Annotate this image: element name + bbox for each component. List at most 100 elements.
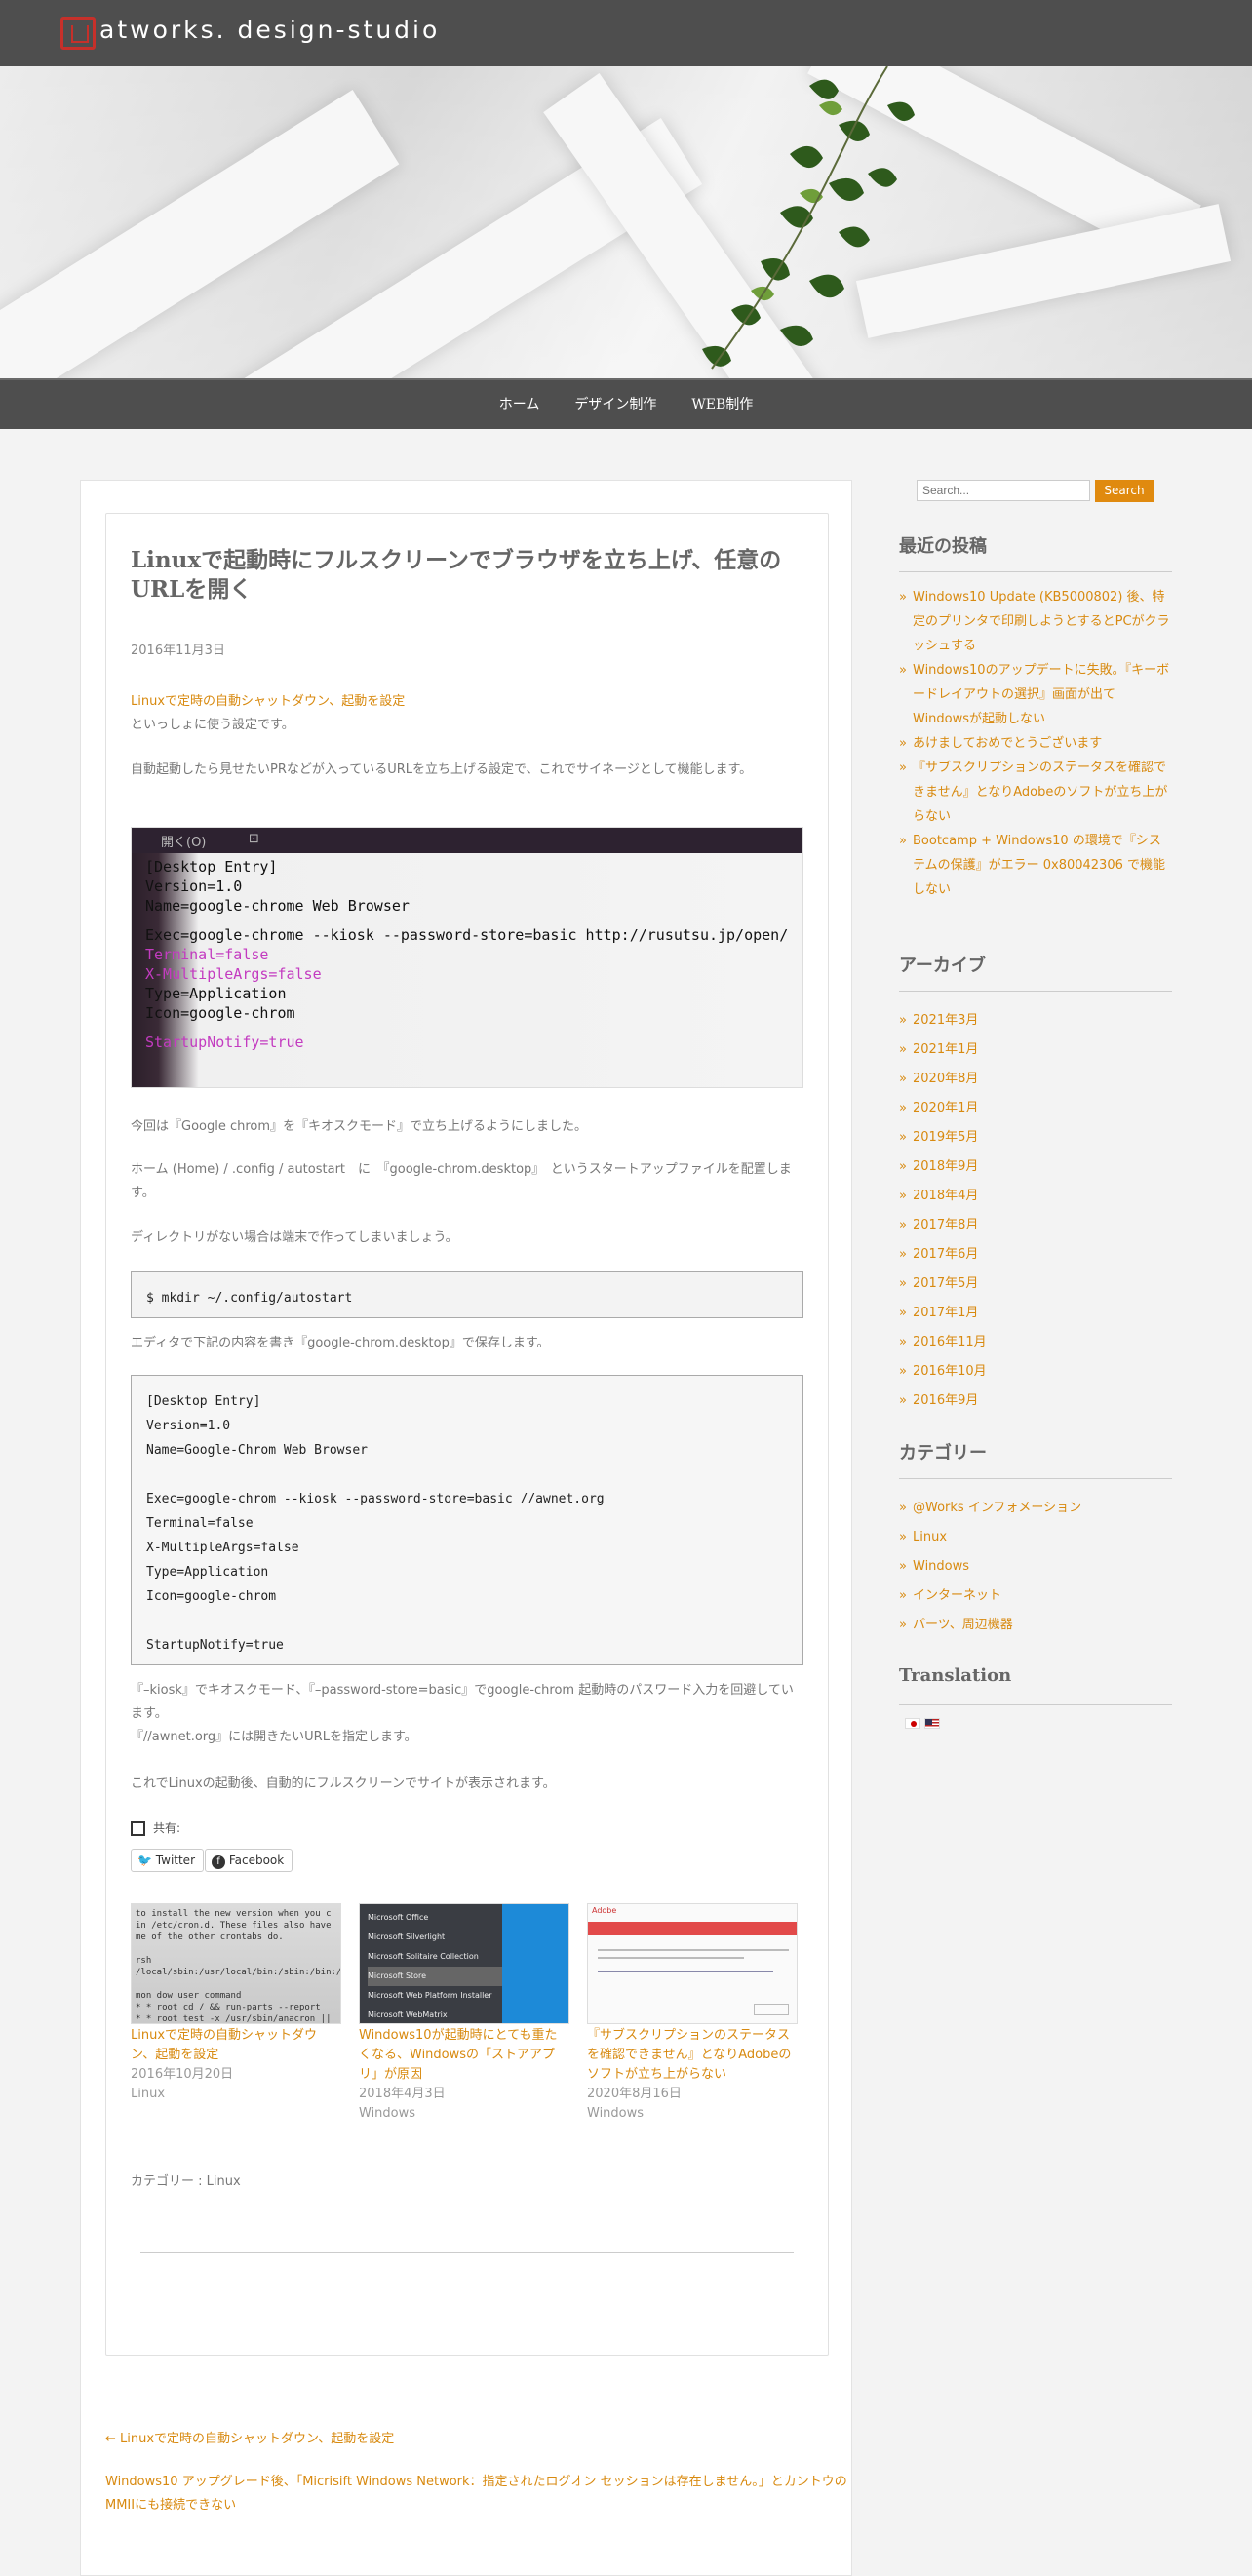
screenshot-menu-open: 開く(O) — [161, 836, 207, 850]
archive-item[interactable]: 2021年1月 — [899, 1035, 1172, 1065]
related-date: 2018年4月3日 — [359, 2087, 446, 2101]
screenshot-line: Type=Application — [145, 985, 287, 1002]
share-twitter-label: Twitter — [155, 1854, 195, 1867]
category-item[interactable]: Windows — [899, 1552, 1172, 1581]
us-flag-icon[interactable] — [924, 1718, 940, 1729]
related-title[interactable]: Linuxで定時の自動シャットダウン、起動を設定 — [131, 2026, 341, 2065]
next-post-link-text[interactable]: Windows10 アップグレード後、「Micrisift Windows Ne… — [105, 2475, 847, 2513]
code-line: $ mkdir ~/.config/autostart — [146, 1291, 353, 1306]
recent-post-item[interactable]: Windows10のアップデートに失敗。『キーボードレイアウトの選択』画面が出て… — [899, 658, 1172, 731]
archive-item[interactable]: 2018年4月 — [899, 1182, 1172, 1211]
recent-posts-list: Windows10 Update (KB5000802) 後、特定のプリンタで印… — [899, 585, 1172, 902]
nav-item-home[interactable]: ホーム — [482, 380, 558, 429]
related-thumbnail[interactable]: to install the new version when you c in … — [131, 1903, 341, 2024]
archive-item[interactable]: 2020年1月 — [899, 1094, 1172, 1123]
category-item[interactable]: @Works インフォメーション — [899, 1494, 1172, 1523]
screenshot-line: Terminal=false — [145, 946, 269, 963]
category-item[interactable]: Linux — [899, 1523, 1172, 1552]
divider — [899, 571, 1172, 572]
divider — [899, 991, 1172, 992]
recent-post-item[interactable]: あけましておめでとうございます — [899, 731, 1172, 756]
divider — [140, 2252, 794, 2253]
archive-item[interactable]: 2016年10月 — [899, 1357, 1172, 1386]
screenshot-menubar: 開く(O) ⊡ — [132, 828, 802, 853]
post-paragraph: 自動起動したら見せたいPRなどが入っているURLを立ち上げる設定で、これでサイネ… — [131, 762, 753, 777]
related-category: Linux — [131, 2087, 166, 2101]
prev-post-link-text[interactable]: ← Linuxで定時の自動シャットダウン、起動を設定 — [105, 2432, 394, 2446]
share-checkbox-icon — [131, 1821, 145, 1836]
related-post[interactable]: Adobe 『サブスクリプションのステータスを確認できません』となりAdobeの… — [587, 1903, 798, 2124]
related-category: Windows — [587, 2106, 645, 2121]
screenshot-image: 開く(O) ⊡ [Desktop Entry] Version=1.0 Name… — [131, 827, 803, 1088]
screenshot-text: [Desktop Entry] Version=1.0 Name=google-… — [145, 857, 788, 1052]
site-logo-text[interactable]: atworks. design-studio — [99, 16, 440, 44]
screenshot-line: [Desktop Entry] — [145, 858, 278, 876]
recent-posts-heading: 最近の投稿 — [899, 536, 987, 557]
code-line: Icon=google-chrom — [146, 1589, 277, 1604]
translation-heading: Translation — [899, 1665, 1012, 1686]
search-input[interactable] — [917, 480, 1090, 501]
archive-item[interactable]: 2017年8月 — [899, 1211, 1172, 1240]
archive-item[interactable]: 2016年11月 — [899, 1328, 1172, 1357]
archive-heading: アーカイブ — [899, 956, 986, 976]
japanese-flag-icon[interactable] — [905, 1718, 920, 1729]
code-line: StartupNotify=true — [146, 1638, 284, 1653]
archive-item[interactable]: 2021年3月 — [899, 1006, 1172, 1035]
screenshot-line: X-MultipleArgs=false — [145, 965, 322, 983]
code-block-desktop-entry: [Desktop Entry] Version=1.0 Name=Google-… — [131, 1375, 803, 1665]
facebook-icon: f — [212, 1855, 225, 1869]
recent-post-item[interactable]: 『サブスクリプションのステータスを確認できません』となりAdobeのソフトが立ち… — [899, 756, 1172, 829]
archive-item[interactable]: 2017年5月 — [899, 1269, 1172, 1299]
code-block: $ mkdir ~/.config/autostart — [131, 1271, 803, 1318]
related-category: Windows — [359, 2106, 416, 2121]
site-header: atworks. design-studio — [0, 0, 1252, 66]
category-item[interactable]: インターネット — [899, 1581, 1172, 1611]
share-facebook-button[interactable]: f Facebook — [205, 1849, 293, 1872]
intro-text: といっしょに使う設定です。 — [131, 718, 294, 732]
recent-post-item[interactable]: Windows10 Update (KB5000802) 後、特定のプリンタで印… — [899, 585, 1172, 658]
archive-item[interactable]: 2018年9月 — [899, 1152, 1172, 1182]
intro-link[interactable]: Linuxで定時の自動シャットダウン、起動を設定 — [131, 694, 405, 709]
post-title: Linuxで起動時にフルスクリーンでブラウザを立ち上げ、任意のURLを開く — [131, 547, 782, 603]
post-paragraph: ディレクトリがない場合は端末で作ってしまいましょう。 — [131, 1230, 458, 1245]
code-line: [Desktop Entry] — [146, 1394, 261, 1409]
related-thumbnail[interactable]: Microsoft Office Microsoft Silverlight Mic… — [359, 1903, 569, 2024]
post-paragraph-line: 『–kiosk』でキオスクモード、『–password-store=basic』… — [131, 1683, 794, 1721]
related-title[interactable]: Windows10が起動時にとても重たくなる、Windowsの「ストアアプリ」が… — [359, 2026, 569, 2085]
share-twitter-button[interactable]: 🐦 Twitter — [131, 1849, 204, 1872]
recent-post-item[interactable]: Bootcamp + Windows10 の環境で『システムの保護』がエラー 0… — [899, 829, 1172, 902]
screenshot-line: Version=1.0 — [145, 878, 243, 895]
category-heading: カテゴリー — [899, 1443, 987, 1464]
archive-item[interactable]: 2017年1月 — [899, 1299, 1172, 1328]
logo-icon[interactable] — [60, 17, 96, 50]
code-line: Name=Google-Chrom Web Browser — [146, 1443, 368, 1458]
post-category: カテゴリー : Linux — [131, 2174, 241, 2189]
share-heading: 共有: — [131, 1819, 180, 1836]
search-button[interactable]: Search — [1095, 480, 1154, 502]
related-post[interactable]: Microsoft Office Microsoft Silverlight Mic… — [359, 1903, 569, 2124]
category-list: @Works インフォメーション Linux Windows インターネット パ… — [899, 1494, 1172, 1640]
archive-item[interactable]: 2019年5月 — [899, 1123, 1172, 1152]
post-paragraph: ホーム (Home) / .config / autostart に 『goog… — [131, 1162, 792, 1200]
nav-item-web[interactable]: WEB制作 — [674, 380, 770, 429]
archive-item[interactable]: 2020年8月 — [899, 1065, 1172, 1094]
related-thumbnail[interactable]: Adobe — [587, 1903, 798, 2024]
archive-item[interactable]: 2016年9月 — [899, 1386, 1172, 1416]
ivy-leaves-graphic — [702, 66, 915, 370]
related-post[interactable]: to install the new version when you c in … — [131, 1903, 341, 2104]
code-line: Terminal=false — [146, 1516, 254, 1531]
nav-item-design[interactable]: デザイン制作 — [557, 380, 674, 429]
translation-flags — [899, 1718, 1172, 1732]
category-item[interactable]: パーツ、周辺機器 — [899, 1611, 1172, 1640]
prev-post-link[interactable]: ← Linuxで定時の自動シャットダウン、起動を設定 — [105, 2428, 856, 2451]
archive-item[interactable]: 2017年6月 — [899, 1240, 1172, 1269]
next-post-link[interactable]: Windows10 アップグレード後、「Micrisift Windows Ne… — [105, 2471, 856, 2517]
screenshot-line: Exec=google-chrome --kiosk --password-st… — [145, 926, 789, 944]
divider — [899, 1478, 1172, 1479]
post-paragraph: 『–kiosk』でキオスクモード、『–password-store=basic』… — [131, 1679, 803, 1749]
post-paragraph: 今回は『Google chrom』を『キオスクモード』で立ち上げるようにしました… — [131, 1119, 588, 1134]
related-title[interactable]: 『サブスクリプションのステータスを確認できません』となりAdobeのソフトが立ち… — [587, 2026, 798, 2085]
screenshot-save-icon: ⊡ — [249, 832, 259, 846]
post-date: 2016年11月3日 — [131, 644, 225, 658]
screenshot-line: StartupNotify=true — [145, 1034, 304, 1051]
